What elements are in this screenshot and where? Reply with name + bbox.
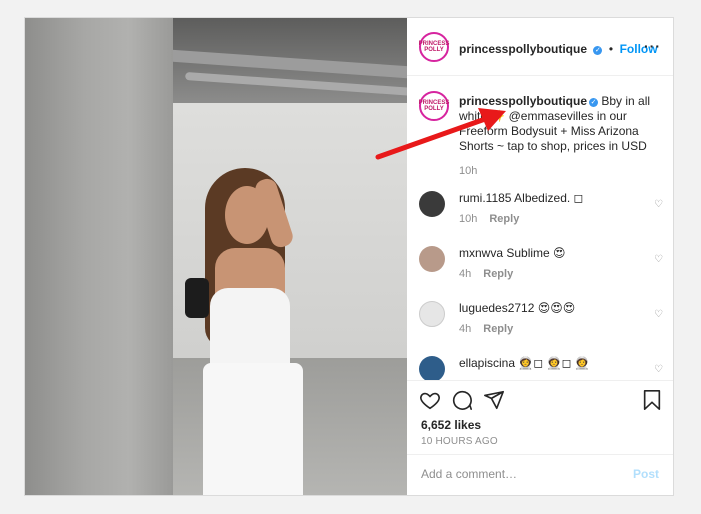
comment-text: 👩‍🚀◻ 👩‍🚀◻ 👩‍🚀 bbox=[518, 356, 590, 370]
comment-like-heart-icon[interactable]: ♡ bbox=[654, 254, 663, 265]
comment-username[interactable]: mxnwva bbox=[459, 246, 503, 260]
comment-body: rumi.1185 Albedized. ◻ bbox=[459, 191, 649, 206]
send-icon[interactable] bbox=[483, 389, 505, 411]
profile-avatar[interactable]: PRINCESS POLLY bbox=[419, 32, 449, 62]
comment-body: ellapiscina 👩‍🚀◻ 👩‍🚀◻ 👩‍🚀 bbox=[459, 356, 649, 371]
comment-item: mxnwva Sublime 😍 4h Reply ♡ bbox=[407, 246, 673, 296]
post-actions: 6,652 likes 10 HOURS AGO bbox=[407, 380, 673, 452]
post-header: PRINCESS POLLY princesspollyboutique ✓ •… bbox=[407, 18, 673, 76]
commenter-avatar[interactable] bbox=[419, 301, 445, 327]
comment-like-heart-icon[interactable]: ♡ bbox=[654, 199, 663, 210]
post-card: PRINCESS POLLY princesspollyboutique ✓ •… bbox=[24, 17, 674, 496]
comment-time: 10h bbox=[459, 213, 478, 225]
bookmark-icon[interactable] bbox=[641, 389, 663, 411]
likes-count[interactable]: 6,652 likes bbox=[421, 418, 481, 432]
reply-button[interactable]: Reply bbox=[489, 213, 519, 225]
caption-time: 10h bbox=[459, 165, 478, 177]
comment-time: 4h bbox=[459, 268, 472, 280]
commenter-avatar[interactable] bbox=[419, 356, 445, 381]
comment-like-heart-icon[interactable]: ♡ bbox=[654, 364, 663, 375]
verified-badge-icon: ✓ bbox=[589, 98, 599, 107]
comment-item: ellapiscina 👩‍🚀◻ 👩‍🚀◻ 👩‍🚀 ♡ bbox=[407, 356, 673, 381]
white-shorts bbox=[203, 363, 303, 495]
comment-body: luguedes2712 😍😍😍 bbox=[459, 301, 649, 316]
add-comment-bar: Post bbox=[407, 454, 673, 495]
add-comment-input[interactable] bbox=[421, 465, 611, 483]
comment-text: 😍😍😍 bbox=[537, 301, 576, 315]
caption: princesspollyboutique ✓ Bby in all white … bbox=[459, 94, 659, 179]
comment-time: 4h bbox=[459, 323, 472, 335]
concrete-pillar bbox=[25, 18, 173, 495]
comment-text: Albedized. ◻ bbox=[514, 191, 584, 205]
post-comment-button[interactable]: Post bbox=[633, 467, 659, 481]
caption-avatar[interactable]: PRINCESS POLLY bbox=[419, 91, 449, 121]
comment-like-heart-icon[interactable]: ♡ bbox=[654, 309, 663, 320]
header-username[interactable]: princesspollyboutique bbox=[459, 42, 587, 56]
comment-body: mxnwva Sublime 😍 bbox=[459, 246, 649, 261]
commenter-avatar[interactable] bbox=[419, 191, 445, 217]
post-sidebar: PRINCESS POLLY princesspollyboutique ✓ •… bbox=[407, 18, 673, 495]
model-bag bbox=[185, 278, 209, 318]
more-horizontal-icon[interactable]: ··· bbox=[644, 38, 661, 54]
heart-icon[interactable] bbox=[419, 389, 441, 411]
comment-username[interactable]: rumi.1185 bbox=[459, 191, 511, 205]
header-separator: • bbox=[608, 42, 614, 56]
caption-username[interactable]: princesspollyboutique bbox=[459, 94, 587, 108]
comment-meta: 4h Reply bbox=[459, 268, 513, 280]
header-line: princesspollyboutique ✓ • Follow bbox=[459, 40, 658, 58]
comment-text: Sublime 😍 bbox=[506, 246, 566, 260]
post-timestamp: 10 HOURS AGO bbox=[421, 436, 498, 447]
post-photo[interactable] bbox=[25, 18, 407, 495]
reply-button[interactable]: Reply bbox=[483, 323, 513, 335]
comment-icon[interactable] bbox=[451, 389, 473, 411]
comments-list[interactable]: PRINCESS POLLY princesspollyboutique ✓ Bb… bbox=[407, 76, 673, 381]
comment-item: luguedes2712 😍😍😍 4h Reply ♡ bbox=[407, 301, 673, 351]
comment-meta: 10h Reply bbox=[459, 213, 519, 225]
avatar-logo-text: PRINCESS POLLY bbox=[418, 100, 450, 112]
commenter-avatar[interactable] bbox=[419, 246, 445, 272]
comment-username[interactable]: ellapiscina bbox=[459, 356, 515, 370]
reply-button[interactable]: Reply bbox=[483, 268, 513, 280]
avatar-logo-text: PRINCESS POLLY bbox=[418, 41, 450, 53]
comment-meta: 4h Reply bbox=[459, 323, 513, 335]
verified-badge-icon: ✓ bbox=[593, 46, 603, 55]
comment-item: rumi.1185 Albedized. ◻ 10h Reply ♡ bbox=[407, 191, 673, 241]
comment-username[interactable]: luguedes2712 bbox=[459, 301, 534, 315]
